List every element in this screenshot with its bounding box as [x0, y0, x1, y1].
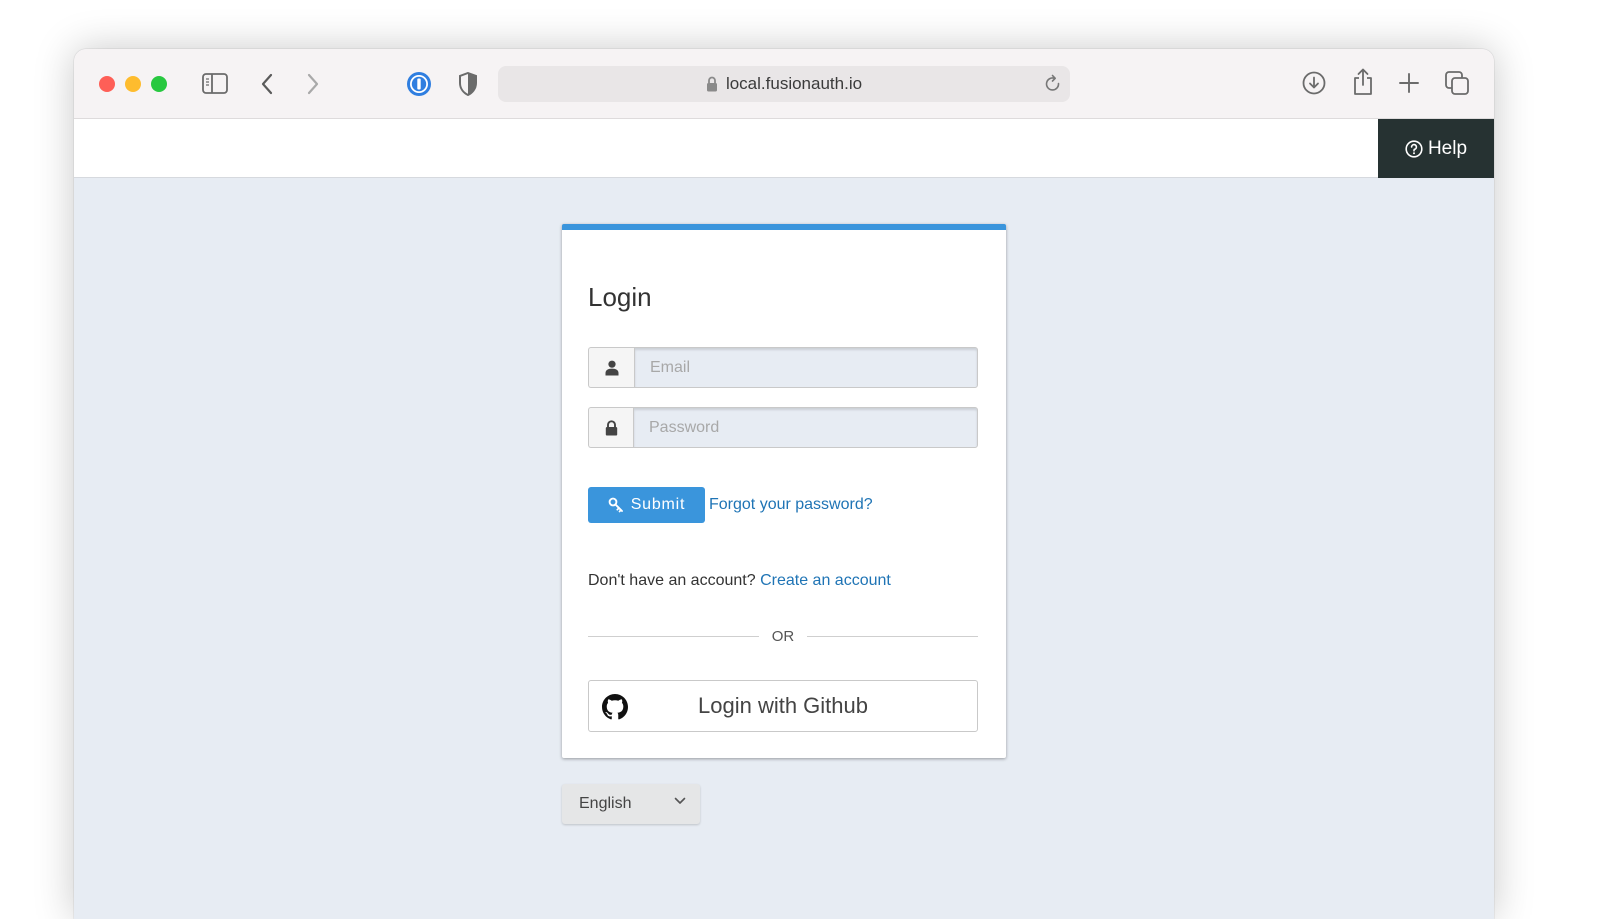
password-input-group [588, 407, 978, 448]
email-input-group [588, 347, 978, 388]
browser-window: local.fusionauth.io Help Login [74, 49, 1494, 919]
share-icon[interactable] [1352, 68, 1374, 96]
login-panel: Login Submit Forgot your password? [562, 224, 1006, 758]
chevron-down-icon [674, 797, 686, 805]
minimize-window-button[interactable] [125, 76, 141, 92]
page-content: Login Submit Forgot your password? [74, 178, 1494, 919]
sidebar-icon[interactable] [202, 73, 228, 94]
help-button[interactable]: Help [1378, 119, 1494, 178]
forward-icon[interactable] [306, 73, 320, 95]
github-icon [602, 694, 628, 720]
divider-line [588, 636, 759, 637]
submit-button[interactable]: Submit [588, 487, 705, 523]
language-selected: English [579, 795, 631, 813]
divider-label: OR [759, 628, 808, 645]
new-tab-icon[interactable] [1399, 73, 1419, 93]
tab-overview-icon[interactable] [1445, 71, 1470, 96]
question-circle-icon [1405, 140, 1423, 158]
close-window-button[interactable] [99, 76, 115, 92]
password-field[interactable] [633, 407, 978, 448]
lock-icon [588, 407, 633, 448]
forgot-password-link[interactable]: Forgot your password? [709, 496, 873, 514]
login-with-github-button[interactable]: Login with Github [588, 680, 978, 732]
create-account-link[interactable]: Create an account [760, 572, 891, 589]
address-bar[interactable]: local.fusionauth.io [498, 66, 1070, 102]
lock-icon [706, 76, 718, 92]
app-header: Help [74, 119, 1494, 178]
onepassword-icon[interactable] [406, 71, 432, 97]
github-label: Login with Github [698, 693, 868, 719]
page-title: Login [588, 282, 652, 313]
user-icon [588, 347, 634, 388]
url-text: local.fusionauth.io [726, 74, 862, 94]
key-icon [608, 497, 624, 513]
back-icon[interactable] [260, 73, 274, 95]
no-account-text: Don't have an account? [588, 572, 756, 589]
download-icon[interactable] [1302, 71, 1326, 95]
email-field[interactable] [634, 347, 978, 388]
submit-label: Submit [631, 496, 686, 514]
language-select[interactable]: English [562, 784, 700, 824]
divider-line [807, 636, 978, 637]
reload-icon[interactable] [1044, 74, 1062, 99]
or-divider: OR [588, 626, 978, 646]
zoom-window-button[interactable] [151, 76, 167, 92]
privacy-shield-icon[interactable] [458, 72, 478, 96]
help-label: Help [1428, 138, 1467, 160]
browser-toolbar: local.fusionauth.io [74, 49, 1494, 119]
signup-prompt: Don't have an account? Create an account [588, 572, 891, 590]
